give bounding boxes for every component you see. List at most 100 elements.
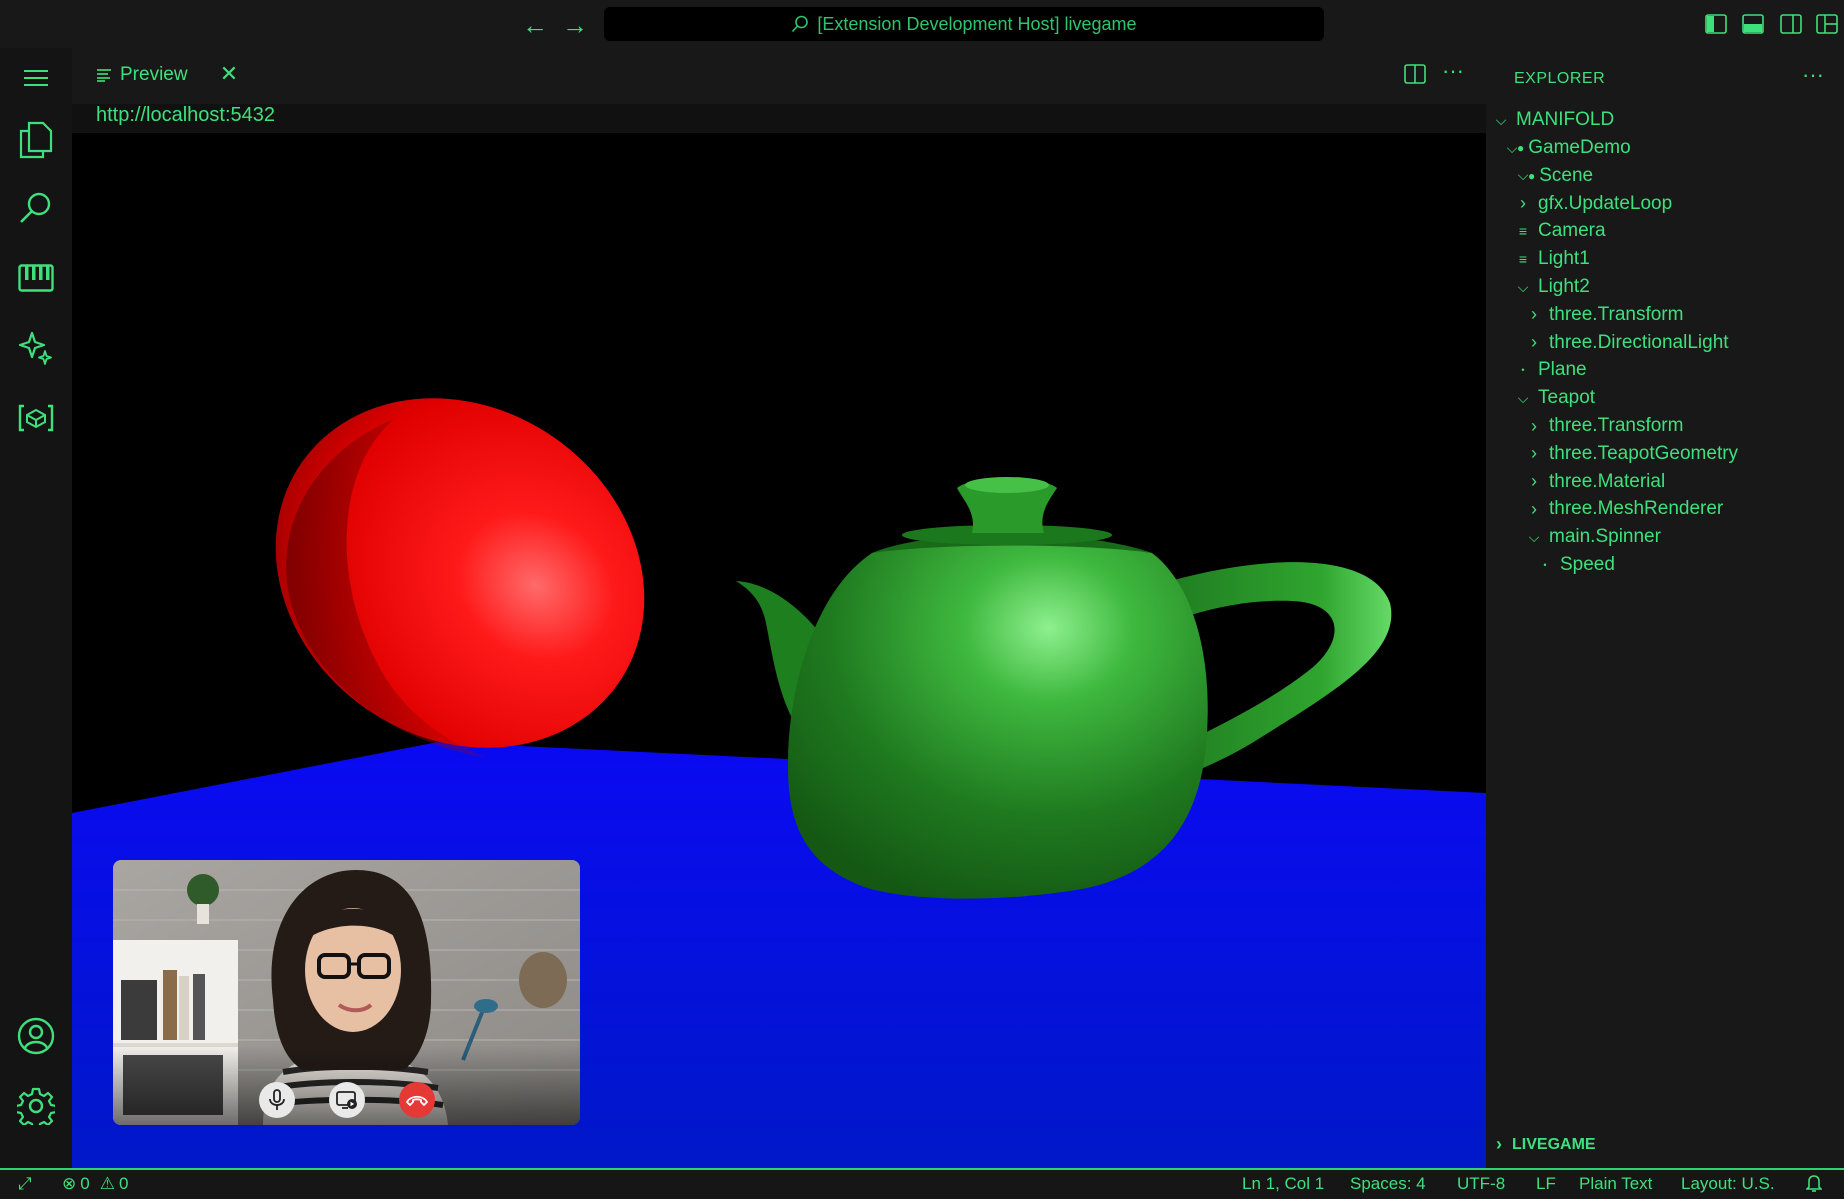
tree-item[interactable]: ⌵ Teapot [1516, 383, 1595, 413]
split-editor-icon[interactable] [1404, 64, 1426, 84]
customize-layout-icon[interactable] [1816, 14, 1838, 34]
chevron-right-icon: › [1531, 443, 1537, 464]
tree-item[interactable]: • Speed [1538, 550, 1615, 580]
more-actions-icon[interactable]: ··· [1442, 58, 1464, 84]
tree-item-label: three.MeshRenderer [1549, 498, 1724, 520]
toggle-secondary-sidebar-icon[interactable] [1780, 14, 1802, 34]
sparkle-ai-icon[interactable] [14, 326, 58, 370]
list-lines-icon: ≡ [1518, 251, 1528, 268]
tab-preview-label: Preview [120, 64, 188, 85]
language-mode[interactable]: Plain Text [1579, 1174, 1652, 1194]
explorer-sidebar: EXPLORER ··· ⌵ MANIFOLD › LIVEGAME ⌵ ● Gam… [1486, 48, 1844, 1168]
node-dot-icon: • [1521, 365, 1525, 376]
tree-item-label: three.Material [1549, 470, 1666, 492]
livegame-section-label: LIVEGAME [1512, 1135, 1596, 1153]
microphone-button[interactable] [259, 1082, 295, 1118]
tree-item-label: GameDemo [1528, 137, 1631, 158]
tree-item-label: Plane [1538, 359, 1587, 381]
tree-item[interactable]: › three.Transform [1527, 300, 1683, 330]
tree-root-manifold[interactable]: ⌵ MANIFOLD [1494, 105, 1615, 135]
status-bar: ⤢ ⊗ 0 ⚠ 0 Ln 1, Col 1 Spaces: 4 UTF-8 LF… [0, 1168, 1844, 1199]
hang-up-button[interactable] [399, 1082, 435, 1118]
tree-item[interactable]: ⌵ Light2 [1516, 272, 1590, 302]
tree-item-label: Camera [1538, 220, 1606, 242]
remote-connection-icon[interactable]: ⤢ [18, 1174, 32, 1194]
tree-item-label: Scene [1539, 164, 1594, 186]
forward-arrow-icon[interactable]: → [560, 10, 590, 40]
tree-item-label: three.TeapotGeometry [1549, 442, 1739, 464]
chevron-right-icon: › [1531, 471, 1537, 492]
tree-item[interactable]: ≡ Camera [1516, 216, 1606, 246]
modified-dot-icon: ● [1517, 141, 1525, 155]
keyboard-layout[interactable]: Layout: U.S. [1681, 1174, 1775, 1194]
tree-item[interactable]: ⌵ ● GameDemo [1505, 133, 1631, 163]
chevron-down-icon: ⌵ [1517, 278, 1529, 295]
tree-item[interactable]: › three.TeapotGeometry [1527, 439, 1738, 469]
tree-item-label: Light2 [1538, 276, 1590, 297]
screen-share-button[interactable] [329, 1082, 365, 1118]
chevron-down-icon: ⌵ [1495, 111, 1507, 128]
node-dot-icon: • [1543, 560, 1547, 570]
toggle-primary-sidebar-icon[interactable] [1705, 14, 1727, 34]
tree-item[interactable]: • Plane [1516, 355, 1587, 385]
tree-item-label: three.Transform [1549, 303, 1684, 325]
tree-item[interactable]: ≡ Light1 [1516, 244, 1590, 274]
chevron-right-icon: › [1531, 332, 1537, 353]
cursor-position[interactable]: Ln 1, Col 1 [1242, 1174, 1324, 1194]
chevron-right-icon: › [1531, 498, 1537, 519]
tree-item[interactable]: › three.Material [1527, 467, 1665, 497]
tree-item[interactable]: › three.MeshRenderer [1527, 494, 1723, 524]
tree-root-label: MANIFOLD [1516, 109, 1615, 130]
tree-item[interactable]: ⌵ main.Spinner [1527, 522, 1661, 552]
chevron-down-icon: ⌵ [1528, 528, 1540, 545]
chevron-right-icon: › [1520, 193, 1526, 214]
chevron-right-icon: › [1531, 304, 1537, 325]
piano-keys-icon[interactable] [14, 256, 58, 300]
search-icon[interactable] [14, 186, 58, 230]
explorer-files-icon[interactable] [14, 118, 58, 162]
tree-item-label: Speed [1560, 554, 1615, 575]
warning-count: 0 [118, 1174, 129, 1193]
end-of-line[interactable]: LF [1536, 1174, 1556, 1194]
settings-gear-icon[interactable] [14, 1084, 58, 1128]
menu-icon[interactable] [14, 56, 58, 100]
explorer-more-icon[interactable]: ··· [1802, 62, 1824, 88]
error-icon: ⊗ [62, 1174, 77, 1193]
problems-indicator[interactable]: ⊗ 0 ⚠ 0 [62, 1174, 128, 1194]
livegame-section-header[interactable]: › LIVEGAME [1496, 1134, 1596, 1155]
file-encoding[interactable]: UTF-8 [1457, 1174, 1505, 1194]
tree-item[interactable]: › three.DirectionalLight [1527, 328, 1729, 358]
preview-url: http://localhost:5432 [96, 104, 276, 126]
back-arrow-icon[interactable]: ← [520, 10, 550, 40]
screen-share-icon [336, 1091, 357, 1109]
warning-icon: ⚠ [99, 1174, 115, 1193]
notifications-bell-icon[interactable] [1805, 1174, 1823, 1197]
tree-item-label: gfx.UpdateLoop [1538, 192, 1673, 214]
tree-item[interactable]: ⌵ ● Scene [1516, 161, 1593, 191]
tree-item-label: three.Transform [1549, 415, 1684, 436]
account-icon[interactable] [14, 1014, 58, 1058]
tab-close-icon[interactable]: ✕ [216, 61, 242, 87]
chevron-down-icon: ⌵ [1517, 389, 1529, 406]
title-bar: ← → [Extension Development Host] livegam… [0, 0, 1844, 48]
toggle-panel-icon[interactable] [1742, 14, 1764, 34]
microphone-icon [269, 1089, 285, 1110]
activity-bar [0, 48, 72, 1168]
phone-hangup-icon [406, 1095, 428, 1106]
package-bracket-icon[interactable] [14, 396, 58, 440]
command-center-search[interactable]: [Extension Development Host] livegame [604, 7, 1324, 41]
tree-item-label: main.Spinner [1549, 526, 1661, 548]
modified-dot-icon: ● [1528, 168, 1536, 183]
search-icon [792, 15, 809, 33]
indentation-setting[interactable]: Spaces: 4 [1350, 1174, 1426, 1194]
tree-item[interactable]: › three.Transform [1527, 411, 1683, 441]
video-call-window[interactable] [113, 860, 580, 1125]
chevron-right-icon: › [1531, 415, 1537, 436]
game-preview-viewport[interactable] [72, 133, 1486, 1168]
tree-item[interactable]: › gfx.UpdateLoop [1516, 189, 1672, 219]
tree-item-label: Light1 [1538, 248, 1590, 270]
tab-preview[interactable]: Preview [96, 60, 188, 90]
explorer-title: EXPLORER [1514, 70, 1606, 87]
command-center-text: [Extension Development Host] livegame [817, 13, 1137, 34]
tree-item-label: three.DirectionalLight [1549, 331, 1729, 353]
